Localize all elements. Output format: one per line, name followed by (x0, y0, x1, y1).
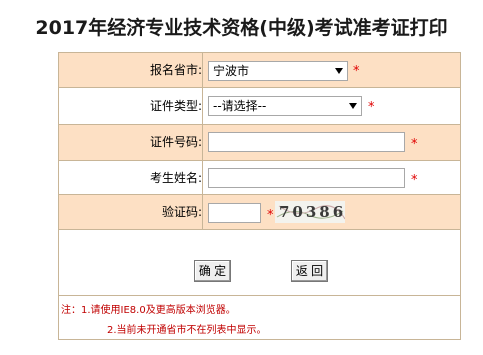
row-divider (202, 125, 203, 160)
id-type-label: 证件类型: (149, 99, 202, 113)
row-divider (202, 53, 203, 87)
name-input[interactable] (208, 168, 405, 188)
required-marker: * (353, 64, 360, 79)
note-line-1: 注：1.请使用IE8.0及更高版本浏览器。 (61, 305, 236, 316)
page-title: 2017年经济专业技术资格(中级)考试准考证打印 (35, 17, 448, 39)
captcha-row: 验证码: * 70386 (59, 195, 460, 230)
province-select-value: 宁波市 (213, 64, 250, 78)
province-row: 报名省市: 宁波市 * (59, 53, 460, 88)
required-marker: * (267, 208, 274, 223)
id-type-select-value: --请选择-- (213, 99, 267, 113)
id-number-row: 证件号码: * (59, 125, 460, 161)
captcha-text: 70386 (279, 203, 345, 221)
id-type-row: 证件类型: --请选择-- * (59, 88, 460, 125)
print-form: 报名省市: 宁波市 * 证件类型: --请选择-- * 证件号码: * 考生姓名… (58, 52, 461, 340)
name-label: 考生姓名: (149, 171, 202, 185)
id-number-label: 证件号码: (149, 135, 202, 149)
row-divider (202, 88, 203, 124)
required-marker: * (411, 173, 418, 188)
required-marker: * (411, 137, 418, 152)
captcha-label: 验证码: (161, 205, 202, 219)
province-label: 报名省市: (149, 63, 202, 77)
province-select[interactable]: 宁波市 (208, 61, 348, 81)
id-number-input[interactable] (208, 132, 405, 152)
name-row: 考生姓名: * (59, 161, 460, 195)
row-divider (202, 195, 203, 229)
chevron-down-icon (335, 68, 343, 74)
chevron-down-icon (349, 103, 357, 109)
captcha-input[interactable] (208, 203, 261, 223)
back-button[interactable]: 返 回 (291, 260, 328, 282)
captcha-image[interactable]: 70386 (275, 201, 345, 223)
id-type-select[interactable]: --请选择-- (208, 96, 362, 116)
confirm-button[interactable]: 确 定 (194, 260, 231, 282)
button-row: 确 定 返 回 (59, 230, 460, 296)
row-divider (202, 161, 203, 194)
note-line-2: 2.当前未开通省市不在列表中显示。 (107, 325, 267, 336)
required-marker: * (368, 100, 375, 115)
